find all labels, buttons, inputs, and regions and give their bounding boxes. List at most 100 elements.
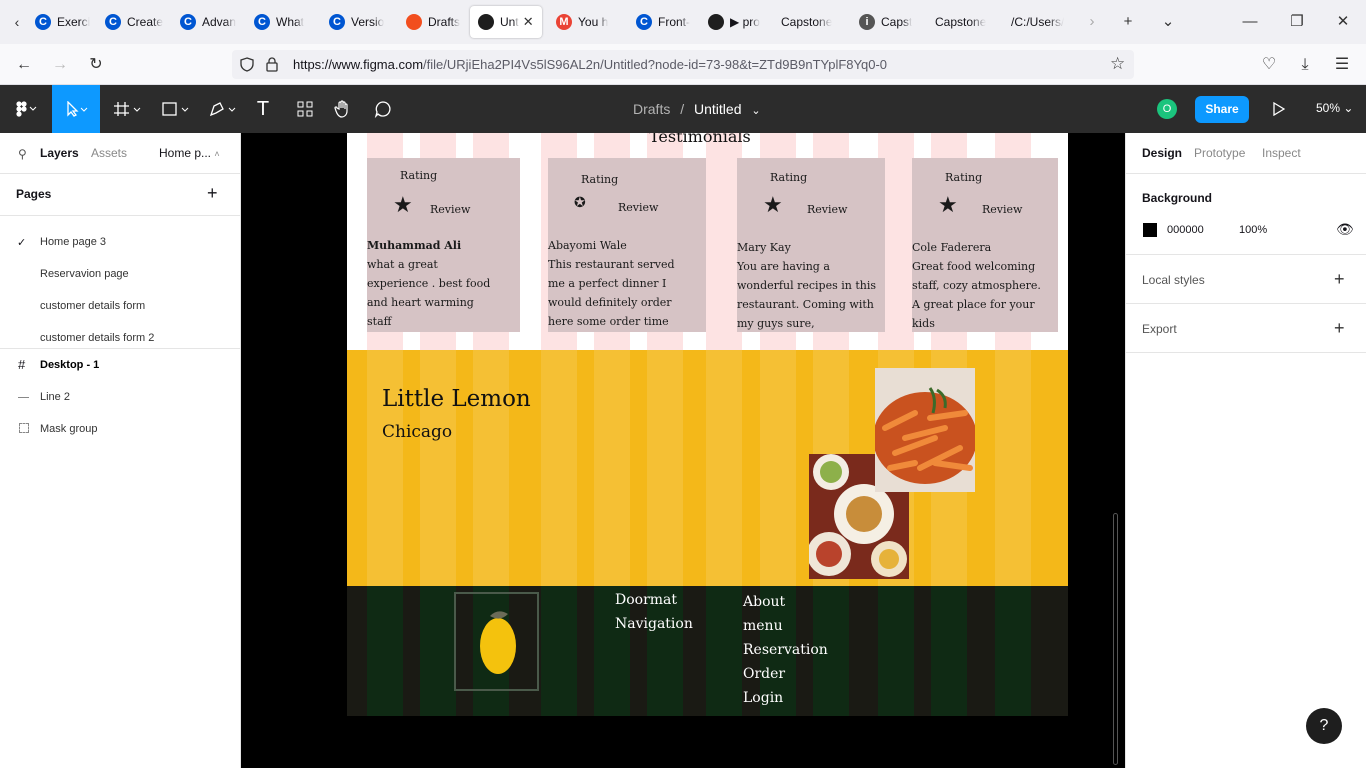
back-icon[interactable]: ← — [13, 54, 35, 76]
layer-item[interactable]: Mask group — [40, 423, 97, 435]
page-item[interactable]: Reservavion page — [40, 268, 129, 280]
comment-tool-icon[interactable] — [363, 85, 403, 133]
rating-label: Rating — [770, 171, 808, 184]
footer-link: Order — [743, 666, 786, 682]
downloads-icon[interactable]: ⤓ — [1294, 54, 1316, 76]
pocket-icon[interactable]: ♡ — [1258, 54, 1280, 76]
pen-tool-icon[interactable] — [203, 85, 243, 133]
tab-scroll-left-icon[interactable]: ‹ — [8, 12, 26, 32]
background-opacity-input[interactable]: 100% — [1239, 224, 1267, 236]
local-styles-heading: Local styles — [1142, 273, 1205, 287]
frame-tool-icon[interactable] — [108, 85, 148, 133]
breadcrumb: Drafts / Untitled ⌄ — [633, 101, 761, 117]
review-text: This restaurant served me a perfect dinn… — [548, 258, 675, 328]
canvas[interactable]: Testimonials Rating ★ Review Muhammad Al… — [241, 133, 1125, 768]
browser-tab[interactable]: /C:/Users/ — [1003, 6, 1073, 38]
figma-main-menu-icon[interactable] — [8, 85, 44, 133]
tab-assets[interactable]: Assets — [91, 146, 127, 160]
tab-scroll-right-icon[interactable]: › — [1080, 12, 1104, 32]
list-all-tabs-icon[interactable]: ⌄ — [1156, 12, 1180, 32]
browser-tab[interactable]: Capstone — [773, 6, 845, 38]
share-button[interactable]: Share — [1195, 96, 1249, 123]
coursera-icon: C — [180, 14, 196, 30]
chevron-down-icon[interactable]: ⌄ — [751, 105, 760, 117]
present-icon[interactable] — [1259, 85, 1299, 133]
tab-prototype[interactable]: Prototype — [1194, 146, 1245, 160]
add-export-icon[interactable]: + — [1334, 318, 1345, 339]
star-icon: ★ — [938, 193, 958, 218]
design-frame[interactable]: Testimonials Rating ★ Review Muhammad Al… — [347, 133, 1068, 716]
browser-tab-label: Capstone — [935, 15, 987, 29]
footer-link: Reservation — [743, 642, 828, 658]
browser-tab[interactable]: M You h — [548, 6, 622, 38]
eye-icon[interactable]: 👁 — [1336, 221, 1354, 238]
star-icon: ★ — [393, 193, 413, 218]
page-item[interactable]: customer details form — [40, 300, 145, 312]
forward-icon[interactable]: → — [49, 54, 71, 76]
browser-tab[interactable]: Capstone — [927, 6, 997, 38]
hero-section: Little Lemon Chicago — [347, 350, 1068, 586]
resources-icon[interactable] — [285, 85, 325, 133]
browser-tab[interactable]: C Versio — [321, 6, 391, 38]
browser-tab[interactable]: C Advan — [172, 6, 240, 38]
add-style-icon[interactable]: + — [1334, 269, 1345, 290]
layer-item[interactable]: Desktop - 1 — [40, 359, 99, 371]
avatar[interactable]: O — [1157, 99, 1177, 119]
line-icon — [18, 397, 29, 398]
hand-tool-icon[interactable] — [323, 85, 363, 133]
tab-inspect[interactable]: Inspect — [1262, 146, 1301, 160]
review-text: You are having a wonderful recipes in th… — [737, 260, 877, 330]
footer-link: About — [743, 594, 786, 610]
browser-tab[interactable]: C Create — [97, 6, 165, 38]
breadcrumb-separator: / — [680, 101, 685, 117]
url-bar[interactable]: https://www.figma.com/file/URjiEha2PI4Vs… — [232, 50, 1134, 79]
help-button[interactable]: ? — [1306, 708, 1342, 744]
bookmark-star-icon[interactable]: ☆ — [1110, 54, 1125, 74]
pasta-image — [875, 368, 975, 492]
breadcrumb-team[interactable]: Drafts — [633, 101, 670, 117]
mask-icon — [19, 423, 29, 433]
minimize-icon[interactable]: — — [1238, 12, 1262, 32]
page-selector[interactable]: Home p... ˄ — [159, 146, 220, 160]
add-page-icon[interactable]: + — [207, 183, 218, 204]
background-hex-input[interactable]: 000000 — [1167, 224, 1204, 236]
zoom-dropdown[interactable]: 50% ⌄ — [1316, 101, 1353, 115]
file-name[interactable]: Untitled — [694, 101, 741, 117]
reload-icon[interactable]: ↻ — [85, 54, 107, 76]
close-tab-icon[interactable]: ✕ — [523, 14, 534, 30]
review-label: Review — [982, 203, 1023, 216]
shape-tool-icon[interactable] — [156, 85, 196, 133]
browser-tab[interactable]: Drafts — [398, 6, 464, 38]
layer-item[interactable]: Line 2 — [40, 391, 70, 403]
move-tool-icon[interactable] — [52, 85, 100, 133]
close-window-icon[interactable]: ✕ — [1331, 12, 1355, 32]
page-item[interactable]: Home page 3 — [40, 236, 106, 248]
menu-icon[interactable]: ☰ — [1331, 54, 1353, 76]
review-text: what a great experience . best food and … — [367, 258, 491, 328]
browser-tab[interactable]: C Front- — [628, 6, 694, 38]
canvas-scrollbar[interactable] — [1113, 513, 1118, 765]
browser-tab[interactable]: C Exerci — [27, 6, 92, 38]
browser-tab[interactable]: Unt ✕ — [470, 6, 542, 38]
section-title: Testimonials — [649, 133, 751, 146]
figma-icon — [708, 14, 724, 30]
review-label: Review — [430, 203, 471, 216]
background-color-swatch[interactable] — [1143, 223, 1157, 237]
tab-layers[interactable]: Layers — [40, 146, 79, 160]
tab-design[interactable]: Design — [1142, 146, 1182, 160]
reviewer-name: Abayomi Wale — [548, 239, 627, 252]
background-heading: Background — [1142, 191, 1213, 205]
new-tab-icon[interactable]: + — [1116, 12, 1140, 32]
gmail-icon: M — [556, 14, 572, 30]
text-tool-icon[interactable]: T — [243, 85, 283, 133]
search-icon[interactable]: ⚲ — [18, 147, 27, 161]
page-item[interactable]: customer details form 2 — [40, 332, 154, 344]
footer-section: Doormat Navigation About menu Reservation… — [347, 586, 1068, 716]
browser-tab[interactable]: ▶ pro — [700, 6, 766, 38]
restore-icon[interactable]: ❐ — [1285, 12, 1309, 32]
browser-tab[interactable]: i Capst — [851, 6, 921, 38]
browser-tab[interactable]: C What — [246, 6, 314, 38]
check-icon: ✓ — [17, 237, 27, 249]
coursera-icon: C — [35, 14, 51, 30]
testimonial-card: Rating ✪ Review Abayomi Wale This restau… — [548, 158, 706, 332]
